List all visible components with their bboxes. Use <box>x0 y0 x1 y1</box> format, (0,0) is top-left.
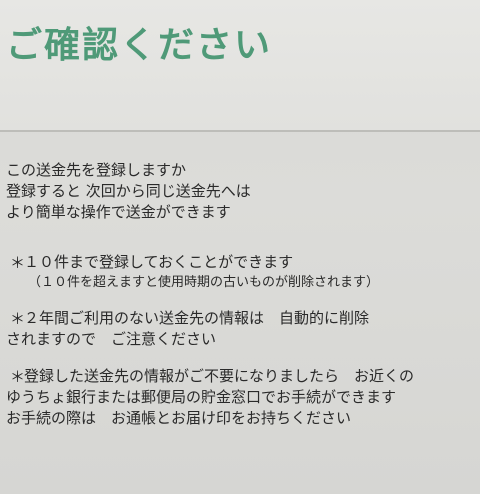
note-bullet: ＊ <box>10 254 26 272</box>
intro-line-2: 登録すると 次回から同じ送金先へは <box>6 182 251 200</box>
intro-line-1: この送金先を登録しますか <box>6 161 187 179</box>
atm-screen: ご確認ください この送金先を登録しますか 登録すると 次回から同じ送金先へは よ… <box>0 0 480 494</box>
note-3-line-1: 登録した送金先の情報がご不要になりましたら お近くの <box>24 367 415 385</box>
note-1-line-1: １０件まで登録しておくことができます <box>24 253 294 271</box>
note-1-line-2: （１０件を超えますと使用時期の古いものが削除されます） <box>28 275 380 290</box>
note-2-line-1: ２年間ご利用のない送金先の情報は 自動的に削除 <box>24 309 370 327</box>
note-auto-delete: ＊ ２年間ご利用のない送金先の情報は 自動的に削除 されますので ご注意ください <box>6 308 480 350</box>
note-3-line-3: お手続の際は お通帳とお届け印をお持ちください <box>6 409 352 427</box>
note-bullet: ＊ <box>10 310 26 328</box>
intro-line-3: より簡単な操作で送金ができます <box>6 203 231 221</box>
notes-list: ＊ １０件まで登録しておくことができます （１０件を超えますと使用時期の古いもの… <box>6 252 480 429</box>
page-title: ご確認ください <box>6 25 273 66</box>
intro-message: この送金先を登録しますか 登録すると 次回から同じ送金先へは より簡単な操作で送… <box>6 160 251 223</box>
note-2-line-2: されますので ご注意ください <box>6 330 217 348</box>
note-removal-procedure: ＊ 登録した送金先の情報がご不要になりましたら お近くの ゆうちょ銀行または郵便… <box>6 366 480 429</box>
note-bullet: ＊ <box>10 368 26 386</box>
message-body: この送金先を登録しますか 登録すると 次回から同じ送金先へは より簡単な操作で送… <box>0 140 480 494</box>
note-registration-limit: ＊ １０件まで登録しておくことができます （１０件を超えますと使用時期の古いもの… <box>6 252 480 292</box>
header-panel: ご確認ください <box>0 0 480 132</box>
note-3-line-2: ゆうちょ銀行または郵便局の貯金窓口でお手続ができます <box>6 388 397 406</box>
